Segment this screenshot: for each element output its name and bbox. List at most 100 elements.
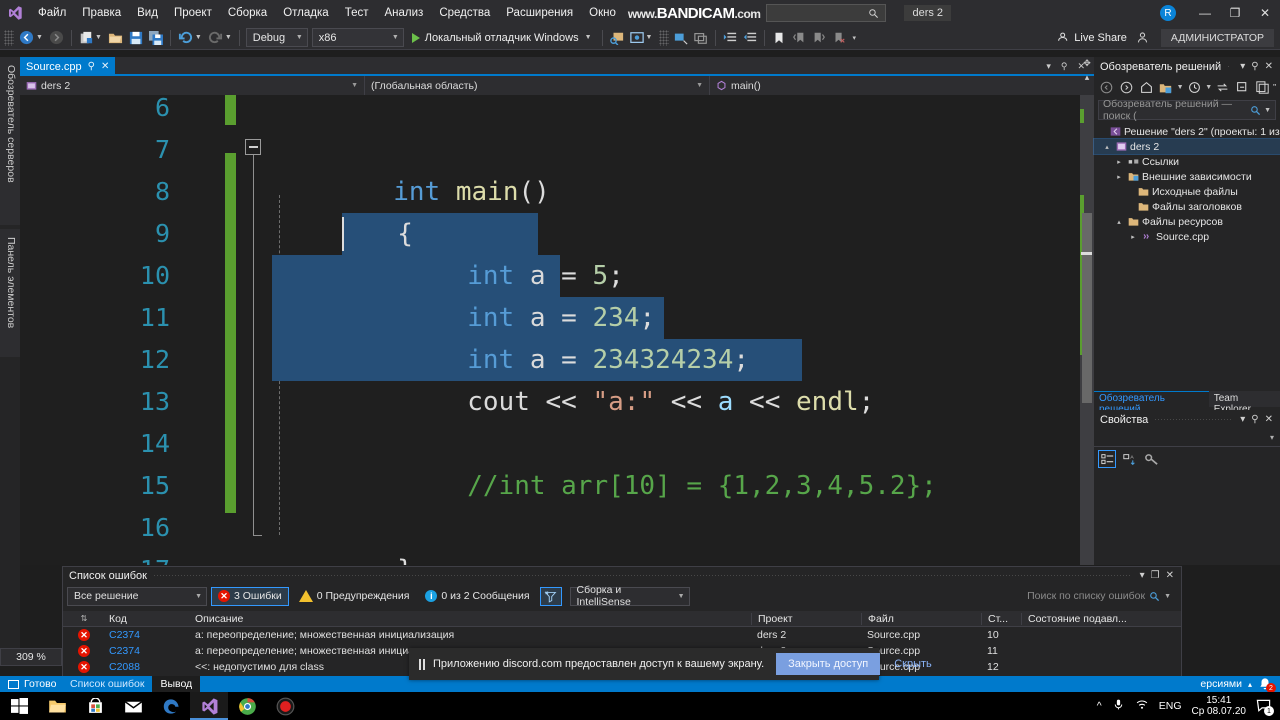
chrome-icon[interactable] (228, 692, 266, 720)
categorized-view-icon[interactable] (1098, 450, 1116, 468)
error-search-input[interactable]: Поиск по списку ошибок (1027, 590, 1145, 602)
error-scope-combo[interactable]: Все решение ▼ (67, 586, 207, 606)
toolbar-grip[interactable] (4, 29, 14, 46)
mic-icon[interactable] (1112, 698, 1125, 714)
chevron-down-icon[interactable]: ▼ (1177, 84, 1184, 91)
table-row[interactable]: ✕ C2374 a: переопределение; множественна… (63, 627, 1181, 643)
tree-node-source-cpp[interactable]: ▸ Source.cpp (1094, 229, 1280, 244)
live-share-button[interactable]: Live Share (1051, 27, 1133, 49)
undo-button[interactable]: ▼ (175, 27, 205, 49)
chevron-down-icon[interactable]: ▼ (646, 34, 653, 41)
tree-node-external-deps[interactable]: ▸ Внешние зависимости (1094, 169, 1280, 184)
home-icon[interactable] (1137, 78, 1155, 96)
toggle-bookmark-button[interactable] (769, 27, 789, 49)
toolbar-grip[interactable] (659, 29, 670, 46)
solution-explorer-search-input[interactable]: Обозреватель решений — поиск ( ▼ (1098, 98, 1276, 122)
attach-process-button[interactable] (607, 27, 627, 49)
tab-team-explorer[interactable]: Team Explorer (1208, 391, 1280, 415)
chevron-down-icon[interactable]: ▼ (1164, 593, 1171, 600)
column-severity[interactable]: ⇅ (63, 614, 105, 623)
column-code[interactable]: Код (105, 613, 193, 625)
tab-error-list[interactable]: Список ошибок (62, 676, 153, 692)
mail-icon[interactable] (114, 692, 152, 720)
tray-expand-icon[interactable]: ^ (1097, 700, 1102, 712)
tree-node-source-files[interactable]: Исходные файлы (1094, 184, 1280, 199)
menu-project[interactable]: Проект (166, 0, 220, 26)
column-description[interactable]: Описание (193, 613, 751, 625)
live-visual-tree-button[interactable]: ▼ (627, 27, 656, 49)
collapse-region-button[interactable] (245, 139, 261, 155)
overflow-icon[interactable]: " (1273, 83, 1276, 92)
editor-split-grip[interactable]: ✥ (1080, 57, 1094, 69)
stop-sharing-button[interactable]: Закрыть доступ (776, 653, 881, 675)
next-bookmark-button[interactable] (809, 27, 829, 49)
pin-icon[interactable]: ⚲ (1056, 61, 1073, 72)
tree-node-solution[interactable]: Решение "ders 2" (проекты: 1 из 1) (1094, 124, 1280, 139)
wifi-icon[interactable] (1135, 698, 1149, 714)
action-center-icon[interactable]: 1 (1256, 698, 1274, 716)
source-control-label[interactable]: ерсиями (1200, 678, 1242, 690)
editor-tab-source-cpp[interactable]: Source.cpp ⚲ ✕ (20, 57, 116, 76)
menu-build[interactable]: Сборка (220, 0, 275, 26)
twisty[interactable]: ▸ (1128, 233, 1138, 241)
navigate-forward-button[interactable] (46, 27, 67, 49)
back-icon[interactable] (1098, 78, 1116, 96)
tab-solution-explorer[interactable]: Обозреватель решений (1094, 391, 1209, 415)
language-indicator[interactable]: ENG (1159, 700, 1182, 712)
menu-file[interactable]: Файл (30, 0, 74, 26)
collapse-all-icon[interactable] (1234, 78, 1252, 96)
menu-analyze[interactable]: Анализ (376, 0, 431, 26)
menu-window[interactable]: Окно (581, 0, 624, 26)
build-filter-combo[interactable]: Сборка и IntelliSense ▼ (569, 584, 690, 608)
maximize-button[interactable]: ❐ (1220, 0, 1250, 26)
increase-indent-button[interactable] (720, 27, 740, 49)
menu-test[interactable]: Тест (337, 0, 377, 26)
chevron-up-icon[interactable]: ▴ (1248, 680, 1252, 689)
clear-bookmarks-button[interactable] (829, 27, 849, 49)
chevron-down-icon[interactable]: ▾ (1237, 61, 1248, 72)
tree-node-header-files[interactable]: Файлы заголовков (1094, 199, 1280, 214)
chevron-down-icon[interactable]: ▼ (688, 82, 703, 89)
close-icon[interactable]: ✕ (1262, 414, 1276, 425)
messages-filter-button[interactable]: i 0 из 2 Сообщения (419, 587, 535, 606)
close-icon[interactable]: ✕ (1163, 570, 1177, 581)
sync-icon[interactable] (1214, 78, 1232, 96)
pending-changes-icon[interactable] (1186, 78, 1204, 96)
save-button[interactable] (126, 27, 146, 49)
comment-selection-button[interactable] (671, 27, 691, 49)
code-editor[interactable]: 6 7 8 9 10 11 12 13 14 15 16 17 (20, 95, 1094, 565)
menu-extensions[interactable]: Расширения (498, 0, 581, 26)
new-project-button[interactable]: ▼ (76, 27, 105, 49)
properties-object-combo[interactable]: ▾ (1094, 429, 1280, 447)
nav-member-combo[interactable]: main() (710, 76, 1094, 95)
menu-debug[interactable]: Отладка (275, 0, 336, 26)
decrease-indent-button[interactable] (740, 27, 760, 49)
chevron-down-icon[interactable]: ▾ (1270, 433, 1274, 442)
column-suppression[interactable]: Состояние подавл... (1021, 612, 1171, 625)
visual-studio-icon[interactable] (190, 692, 228, 720)
quick-launch-search-input[interactable] (766, 4, 887, 22)
hide-notification-button[interactable]: Скрыть (894, 658, 932, 670)
clear-filter-button[interactable] (539, 586, 562, 606)
pin-icon[interactable]: ⚲ (88, 61, 95, 72)
menu-view[interactable]: Вид (129, 0, 166, 26)
chevron-down-icon[interactable]: ▼ (290, 34, 303, 41)
editor-zoom-level[interactable]: 309 % (0, 648, 62, 666)
solution-platform-combo[interactable]: x86 ▼ (311, 28, 404, 47)
chevron-down-icon[interactable]: ▾ (1237, 414, 1248, 425)
chevron-down-icon[interactable]: ▼ (195, 593, 202, 600)
close-icon[interactable]: ✕ (101, 61, 109, 72)
notifications-icon[interactable]: 2 (1258, 677, 1276, 693)
pin-icon[interactable]: ⚲ (1248, 61, 1261, 72)
tree-node-project[interactable]: ▴ ders 2 (1093, 138, 1280, 155)
toolbar-overflow-icon[interactable]: ▾ (852, 34, 856, 42)
start-icon[interactable] (0, 692, 38, 720)
chevron-down-icon[interactable]: ▾ (1041, 61, 1056, 72)
minimize-button[interactable]: — (1190, 0, 1220, 26)
avatar[interactable]: R (1160, 5, 1176, 21)
column-line[interactable]: Ст... (981, 612, 1021, 625)
account-icon[interactable] (1133, 27, 1153, 49)
scrollbar-thumb[interactable] (1082, 213, 1092, 403)
restore-icon[interactable]: ❐ (1148, 570, 1163, 581)
tree-node-resource-files[interactable]: ▴ Файлы ресурсов (1094, 214, 1280, 229)
